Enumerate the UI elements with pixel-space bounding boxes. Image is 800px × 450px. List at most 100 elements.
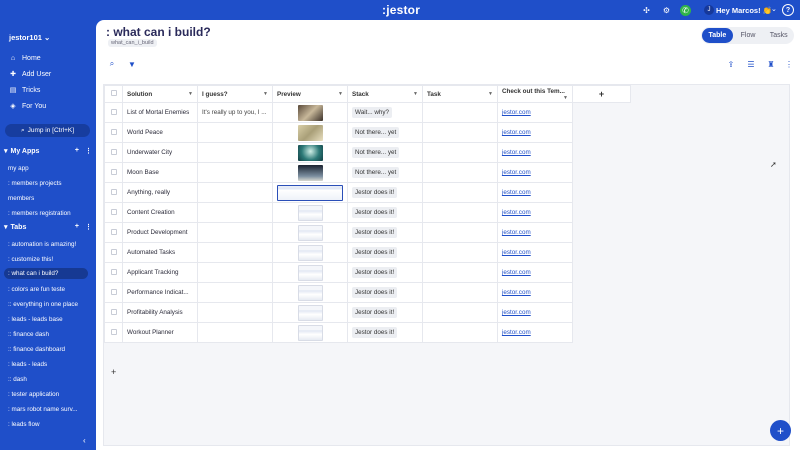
sidebar-tab-item[interactable]: :: finance dashboard — [8, 346, 90, 353]
cell-preview[interactable] — [272, 282, 348, 303]
cell-link[interactable]: jestor.com — [497, 282, 573, 303]
add-record-fab[interactable]: + — [770, 420, 791, 441]
table-row[interactable]: Profitability Analysis Jestor does it! jes… — [104, 302, 631, 323]
cell-guess[interactable] — [197, 162, 273, 183]
workspace-switcher[interactable]: jestor101 ⌄ — [9, 33, 50, 42]
cell-guess[interactable]: It's really up to you, I ... — [197, 102, 273, 123]
cell-preview[interactable] — [272, 302, 348, 323]
row-checkbox[interactable] — [104, 162, 123, 183]
preview-thumbnail[interactable] — [297, 224, 323, 241]
cell-task[interactable] — [422, 182, 498, 203]
whatsapp-icon[interactable]: ✆ — [680, 5, 691, 16]
table-row[interactable]: Product Development Jestor does it! jestor… — [104, 222, 631, 243]
cell-task[interactable] — [422, 202, 498, 223]
column-header[interactable]: Check out this Tem... ▼ — [497, 85, 573, 103]
help-button[interactable]: ? — [782, 4, 794, 16]
cell-task[interactable] — [422, 162, 498, 183]
template-link[interactable]: jestor.com — [502, 169, 531, 176]
template-link[interactable]: jestor.com — [502, 229, 531, 236]
cell-task[interactable] — [422, 122, 498, 143]
sidebar-item-tricks[interactable]: ▤ Tricks — [9, 86, 41, 95]
row-checkbox[interactable] — [104, 242, 123, 263]
filter-icon[interactable]: ▼ — [127, 59, 137, 69]
cell-link[interactable]: jestor.com — [497, 142, 573, 163]
cell-preview[interactable] — [272, 162, 348, 183]
cell-solution[interactable]: Automated Tasks — [122, 242, 198, 263]
cell-preview[interactable] — [272, 222, 348, 243]
cell-link[interactable]: jestor.com — [497, 202, 573, 223]
template-link[interactable]: jestor.com — [502, 149, 531, 156]
row-checkbox[interactable] — [104, 222, 123, 243]
table-row[interactable]: World Peace Not there... yet jestor.com — [104, 122, 631, 143]
table-row[interactable]: Workout Planner Jestor does it! jestor.com — [104, 322, 631, 343]
cell-guess[interactable] — [197, 262, 273, 283]
row-checkbox[interactable] — [104, 142, 123, 163]
cell-link[interactable]: jestor.com — [497, 322, 573, 343]
sidebar-tab-item[interactable]: : leads - leads — [8, 361, 90, 368]
cell-preview[interactable] — [272, 182, 348, 203]
sidebar-tab-item[interactable]: : automation is amazing! — [8, 241, 90, 248]
sidebar-tab-item[interactable]: : tester application — [8, 391, 90, 398]
table-row[interactable]: Underwater City Not there... yet jestor.co… — [104, 142, 631, 163]
column-header[interactable]: Solution ▼ — [122, 85, 198, 103]
column-header[interactable]: Preview ▼ — [272, 85, 348, 103]
cell-solution[interactable]: Underwater City — [122, 142, 198, 163]
cell-stack[interactable]: Jestor does it! — [347, 182, 423, 203]
cell-task[interactable] — [422, 262, 498, 283]
template-link[interactable]: jestor.com — [502, 309, 531, 316]
sidebar-item-add-user[interactable]: ✚ Add User — [9, 70, 51, 79]
user-greeting[interactable]: Hey Marcos! 👏 — [716, 6, 772, 15]
cell-preview[interactable] — [272, 322, 348, 343]
cell-solution[interactable]: Anything, really — [122, 182, 198, 203]
template-link[interactable]: jestor.com — [502, 189, 531, 196]
cell-stack[interactable]: Not there... yet — [347, 162, 423, 183]
sidebar-tab-item-active[interactable]: : what can i build? — [4, 268, 88, 279]
sidebar-app-item[interactable]: : members registration — [8, 210, 90, 217]
cell-guess[interactable] — [197, 122, 273, 143]
cell-preview[interactable] — [272, 122, 348, 143]
cell-guess[interactable] — [197, 182, 273, 203]
sidebar-app-item[interactable]: members — [8, 195, 90, 202]
cell-task[interactable] — [422, 102, 498, 123]
sidebar-tab-item[interactable]: :: everything in one place — [8, 301, 90, 308]
cell-stack[interactable]: Wait... why? — [347, 102, 423, 123]
preview-thumbnail[interactable] — [297, 244, 323, 261]
cell-solution[interactable]: List of Mortal Enemies — [122, 102, 198, 123]
sidebar-tab-item[interactable]: : customize this! — [8, 256, 90, 263]
tab-flow[interactable]: Flow — [733, 28, 764, 43]
preview-thumbnail[interactable] — [297, 204, 323, 221]
cell-link[interactable]: jestor.com — [497, 102, 573, 123]
template-link[interactable]: jestor.com — [502, 329, 531, 336]
row-checkbox[interactable] — [104, 182, 123, 203]
avatar[interactable]: J — [704, 5, 714, 15]
add-app-icon[interactable]: + — [75, 147, 79, 155]
jestor-logo[interactable]: :jestor — [382, 3, 420, 17]
row-checkbox[interactable] — [104, 102, 123, 123]
row-checkbox[interactable] — [104, 262, 123, 283]
cell-guess[interactable] — [197, 242, 273, 263]
row-checkbox[interactable] — [104, 122, 123, 143]
template-link[interactable]: jestor.com — [502, 269, 531, 276]
table-row[interactable]: Applicant Tracking Jestor does it! jestor.… — [104, 262, 631, 283]
cell-task[interactable] — [422, 302, 498, 323]
preview-thumbnail[interactable] — [297, 264, 323, 281]
template-link[interactable]: jestor.com — [502, 129, 531, 136]
search-icon[interactable]: ⌕ — [107, 59, 117, 69]
row-checkbox[interactable] — [104, 302, 123, 323]
sidebar-tab-item[interactable]: : mars robot name surv... — [8, 406, 90, 413]
robot-icon[interactable]: ♜ — [766, 59, 776, 69]
sidebar-tab-item[interactable]: :: dash — [8, 376, 90, 383]
row-checkbox[interactable] — [104, 202, 123, 223]
sidebar-item-for-you[interactable]: ◈ For You — [9, 102, 46, 111]
cell-task[interactable] — [422, 242, 498, 263]
sidebar-item-home[interactable]: ⌂ Home — [9, 54, 41, 62]
table-row[interactable]: List of Mortal Enemies It's really up to … — [104, 102, 631, 123]
more-icon[interactable]: ⋮ — [784, 59, 794, 69]
my-apps-header[interactable]: ▾ My Apps + ⋮ — [4, 147, 92, 155]
cell-stack[interactable]: Jestor does it! — [347, 222, 423, 243]
sidebar-app-item[interactable]: my app — [8, 165, 90, 172]
preview-thumbnail[interactable] — [297, 104, 323, 121]
cell-link[interactable]: jestor.com — [497, 242, 573, 263]
cell-task[interactable] — [422, 222, 498, 243]
cell-stack[interactable]: Jestor does it! — [347, 202, 423, 223]
